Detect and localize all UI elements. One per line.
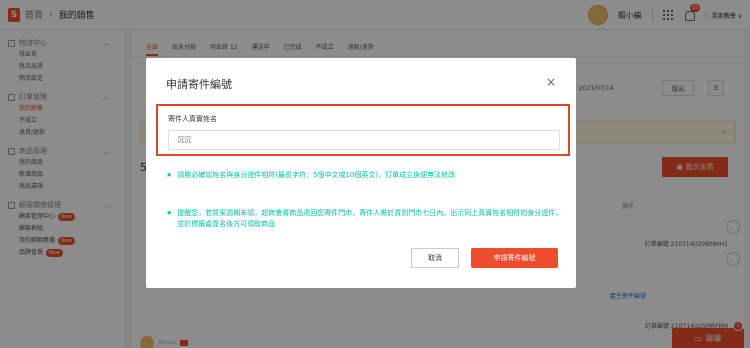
sender-name-field-group: 寄件人真實姓名	[156, 104, 570, 156]
cancel-button[interactable]: 取消	[411, 248, 459, 268]
note-return-policy: ★ 提醒您，若買家逾期未領，超商會將商品退回您寄件門市，寄件人需於貨到門市七日內…	[166, 208, 566, 230]
dialog-title: 申請寄件編號	[166, 78, 232, 91]
star-icon: ★	[166, 209, 173, 217]
note-name-match: ★ 請務必確認姓名與身分證件相符(最長字符：5個中文或10個英文)，訂單成立後便…	[166, 170, 566, 181]
note-text: 請務必確認姓名與身分證件相符(最長字符：5個中文或10個英文)，訂單成立後便無法…	[177, 171, 456, 179]
close-icon[interactable]: ×	[546, 75, 556, 89]
submit-button[interactable]: 申請寄件編號	[471, 248, 558, 268]
note-text: 提醒您，若買家逾期未領，超商會將商品退回您寄件門市，寄件人需於貨到門市七日內，出…	[177, 209, 563, 228]
star-icon: ★	[166, 171, 173, 179]
apply-shipping-number-dialog: 申請寄件編號 × 寄件人真實姓名 ★ 請務必確認姓名與身分證件相符(最長字符：5…	[146, 58, 576, 288]
sender-name-input[interactable]	[168, 130, 560, 150]
sender-name-label: 寄件人真實姓名	[168, 115, 217, 123]
